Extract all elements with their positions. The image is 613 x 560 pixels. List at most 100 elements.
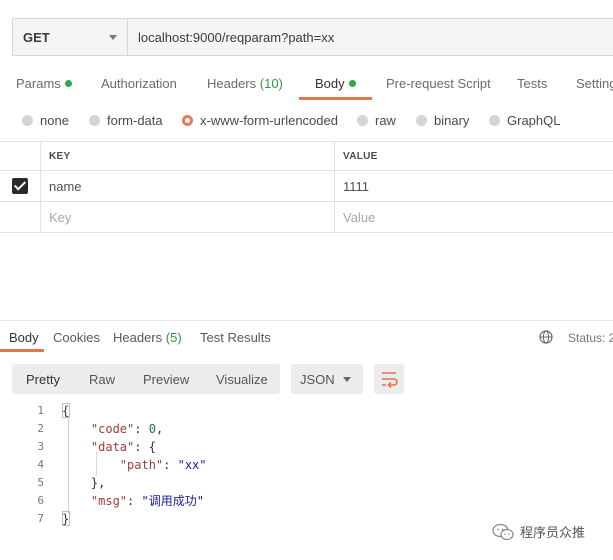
format-select[interactable]: JSON xyxy=(291,364,363,394)
table-header: KEY VALUE xyxy=(0,141,613,171)
method-label: GET xyxy=(23,29,50,45)
code-line: 1 { xyxy=(0,402,613,420)
row-value-text: 1111 xyxy=(343,178,370,194)
new-key-input[interactable]: Key xyxy=(41,202,335,232)
table-row-empty: Key Value xyxy=(0,202,613,233)
tab-label: Params xyxy=(16,76,61,91)
tab-pre-request-script[interactable]: Pre-request Script xyxy=(386,76,491,91)
header-check-cell xyxy=(0,142,41,170)
json-key: "path" xyxy=(119,458,164,472)
tab-settings[interactable]: Setting xyxy=(576,76,613,91)
line-number: 3 xyxy=(37,440,44,453)
code-text: "code": 0, xyxy=(90,422,164,436)
radio-label: form-data xyxy=(107,113,163,128)
tab-params[interactable]: Params xyxy=(16,76,72,91)
radio-label: none xyxy=(40,113,69,128)
json-value: "调用成功" xyxy=(141,494,204,508)
code-line: 3 "data": { xyxy=(0,438,613,456)
chevron-down-icon xyxy=(343,377,351,382)
method-select[interactable]: GET xyxy=(13,19,128,55)
row-check-cell xyxy=(0,202,41,232)
code-text: "path": "xx" xyxy=(119,458,207,472)
globe-icon[interactable] xyxy=(539,330,553,344)
radio-circle-icon xyxy=(357,115,368,126)
json-key: "code" xyxy=(90,422,135,436)
radio-raw[interactable]: raw xyxy=(357,113,396,128)
code-line: 5 }, xyxy=(0,474,613,492)
code-text: }, xyxy=(90,476,106,490)
radio-form-data[interactable]: form-data xyxy=(89,113,163,128)
code-line: 6 "msg": "调用成功" xyxy=(0,492,613,510)
line-number: 6 xyxy=(37,494,44,507)
row-key-input[interactable]: name xyxy=(41,171,335,201)
response-tab-cookies[interactable]: Cookies xyxy=(53,330,100,345)
tab-label: Headers xyxy=(207,76,257,91)
line-number: 5 xyxy=(37,476,44,489)
code-line: 2 "code": 0, xyxy=(0,420,613,438)
tab-label: Authorization xyxy=(101,76,177,91)
tab-count: (5) xyxy=(165,330,182,345)
brace: { xyxy=(148,440,156,454)
radio-selected-icon xyxy=(182,115,193,126)
format-toolbar: Pretty Raw Preview Visualize xyxy=(12,364,280,394)
wechat-icon xyxy=(492,523,514,540)
radio-none[interactable]: none xyxy=(22,113,69,128)
body-type-radios: none form-data x-www-form-urlencoded raw… xyxy=(0,110,613,132)
response-tab-headers[interactable]: Headers (5) xyxy=(113,330,182,345)
url-text: localhost:9000/reqparam?path=xx xyxy=(138,29,335,45)
tab-authorization[interactable]: Authorization xyxy=(101,76,177,91)
new-value-input[interactable]: Value xyxy=(335,202,613,232)
value-placeholder: Value xyxy=(343,209,376,225)
raw-button[interactable]: Raw xyxy=(89,364,115,394)
response-active-indicator xyxy=(0,349,44,352)
watermark: 程序员众推 xyxy=(492,522,585,541)
url-input[interactable]: localhost:9000/reqparam?path=xx xyxy=(128,19,613,55)
checkbox-checked-icon[interactable] xyxy=(12,178,28,194)
radio-binary[interactable]: binary xyxy=(416,113,469,128)
radio-circle-icon xyxy=(22,115,33,126)
tab-label: Test Results xyxy=(200,330,271,345)
row-value-input[interactable]: 1111 xyxy=(335,171,613,201)
tab-label: Body xyxy=(315,76,345,91)
json-key: "msg" xyxy=(90,494,128,508)
radio-x-www-form-urlencoded[interactable]: x-www-form-urlencoded xyxy=(182,113,338,128)
status-dot-icon xyxy=(348,80,356,87)
params-table: KEY VALUE name 1111 Key Value xyxy=(0,141,613,233)
radio-label: raw xyxy=(375,113,396,128)
tab-headers[interactable]: Headers (10) xyxy=(207,76,283,91)
radio-circle-icon xyxy=(89,115,100,126)
code-text: "msg": "调用成功" xyxy=(90,494,204,508)
header-value: VALUE xyxy=(343,150,378,162)
response-body-code[interactable]: 1 { 2 "code": 0, 3 "data": { 4 "path": "… xyxy=(0,402,613,528)
pane-divider[interactable] xyxy=(0,320,613,321)
radio-graphql[interactable]: GraphQL xyxy=(489,113,560,128)
preview-button[interactable]: Preview xyxy=(143,364,189,394)
wrap-lines-icon[interactable] xyxy=(374,364,404,394)
radio-circle-icon xyxy=(489,115,500,126)
chevron-down-icon xyxy=(109,34,117,40)
header-key: KEY xyxy=(41,142,335,170)
tab-label: Pre-request Script xyxy=(386,76,491,91)
bracket-match-highlight xyxy=(62,511,70,526)
tab-tests[interactable]: Tests xyxy=(517,76,547,91)
request-bar: GET localhost:9000/reqparam?path=xx xyxy=(12,18,613,56)
code-text: "data": { xyxy=(90,440,156,454)
line-number: 1 xyxy=(37,404,44,417)
radio-label: binary xyxy=(434,113,470,128)
tab-label: Tests xyxy=(517,76,548,91)
pretty-button[interactable]: Pretty xyxy=(26,364,60,394)
json-value: "xx" xyxy=(177,458,207,472)
status-dot-icon xyxy=(64,80,72,87)
visualize-button[interactable]: Visualize xyxy=(216,364,268,394)
json-value: 0 xyxy=(148,422,156,436)
response-tab-body[interactable]: Body xyxy=(9,330,39,345)
watermark-text: 程序员众推 xyxy=(520,525,586,540)
table-row: name 1111 xyxy=(0,171,613,202)
line-number: 2 xyxy=(37,422,44,435)
line-number: 4 xyxy=(37,458,44,471)
request-tabs: Params Authorization Headers (10) Body P… xyxy=(0,70,613,100)
active-tab-indicator xyxy=(299,97,372,100)
response-tab-test-results[interactable]: Test Results xyxy=(200,330,271,345)
status-label: Status: 2 xyxy=(568,331,613,345)
tab-body[interactable]: Body xyxy=(315,76,356,91)
